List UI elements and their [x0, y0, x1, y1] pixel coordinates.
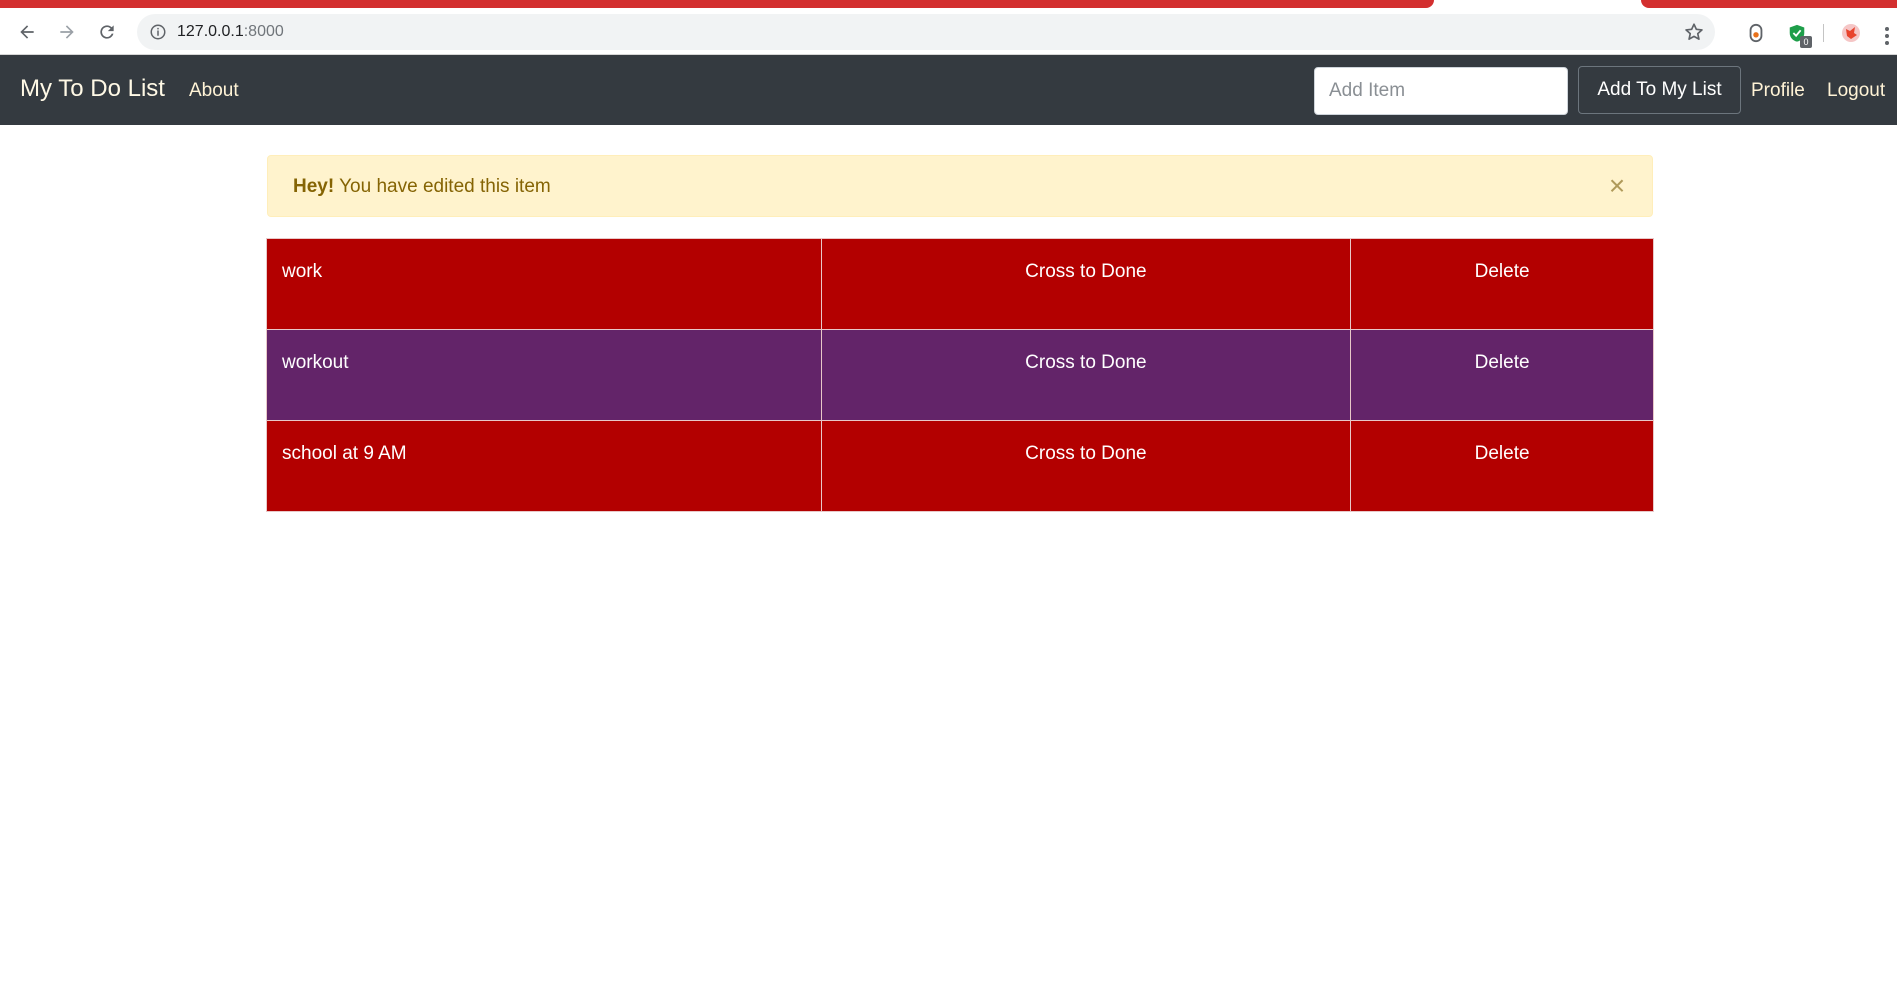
alert-message: You have edited this item [334, 176, 551, 197]
delete-link[interactable]: Delete [1475, 352, 1530, 373]
extension-badge: 0 [1800, 36, 1812, 48]
todo-table: work Cross to Done Delete workout Cross to D… [266, 238, 1654, 512]
kebab-menu-icon[interactable] [1884, 26, 1890, 46]
nav-logout-link[interactable]: Logout [1827, 80, 1885, 102]
todo-row: school at 9 AM Cross to Done Delete [266, 420, 1654, 512]
address-bar[interactable]: 127.0.0.1:8000 [137, 14, 1715, 50]
reload-button[interactable] [93, 18, 121, 46]
todo-row: workout Cross to Done Delete [266, 329, 1654, 421]
delete-cell: Delete [1350, 329, 1654, 421]
delete-cell: Delete [1350, 420, 1654, 512]
cross-cell: Cross to Done [820, 238, 1352, 330]
browser-toolbar: 127.0.0.1:8000 0 [0, 8, 1897, 55]
todo-item-name: school at 9 AM [266, 420, 822, 512]
arrow-right-icon [60, 25, 74, 39]
add-item-input[interactable] [1314, 67, 1568, 115]
alert-strong: Hey! [293, 176, 335, 197]
app-navbar: My To Do List About Add To My List Profi… [0, 55, 1897, 125]
reload-icon [100, 25, 114, 39]
add-to-list-button[interactable]: Add To My List [1578, 66, 1741, 114]
star-icon[interactable] [1683, 21, 1705, 43]
browser-tab[interactable] [1641, 0, 1897, 8]
toolbar-divider [1823, 24, 1824, 42]
nav-about-link[interactable]: About [189, 80, 239, 102]
url-text: 127.0.0.1:8000 [177, 23, 284, 41]
extension-shield-icon[interactable]: 0 [1786, 22, 1812, 48]
cross-cell: Cross to Done [820, 420, 1352, 512]
extension-fox-icon[interactable] [1840, 22, 1862, 44]
url-host: 127.0.0.1 [177, 23, 244, 40]
close-icon[interactable]: × [1604, 172, 1630, 200]
arrow-left-icon [20, 25, 34, 39]
url-port: :8000 [243, 23, 284, 40]
browser-tab[interactable] [0, 0, 1434, 8]
extension-record-icon[interactable] [1745, 22, 1767, 44]
alert-text: Hey! You have edited this item [293, 176, 551, 198]
delete-link[interactable]: Delete [1475, 261, 1530, 282]
tab-strip [0, 0, 1897, 8]
todo-item-name: work [266, 238, 822, 330]
todo-item-name: workout [266, 329, 822, 421]
cross-cell: Cross to Done [820, 329, 1352, 421]
info-icon[interactable] [149, 23, 167, 41]
delete-link[interactable]: Delete [1475, 443, 1530, 464]
cross-to-done-link[interactable]: Cross to Done [1025, 443, 1146, 464]
cross-to-done-link[interactable]: Cross to Done [1025, 261, 1146, 282]
back-button[interactable] [13, 18, 41, 46]
forward-button[interactable] [53, 18, 81, 46]
brand-link[interactable]: My To Do List [20, 75, 165, 103]
edited-alert: Hey! You have edited this item × [267, 155, 1653, 217]
todo-row: work Cross to Done Delete [266, 238, 1654, 330]
nav-profile-link[interactable]: Profile [1751, 80, 1805, 102]
delete-cell: Delete [1350, 238, 1654, 330]
cross-to-done-link[interactable]: Cross to Done [1025, 352, 1146, 373]
